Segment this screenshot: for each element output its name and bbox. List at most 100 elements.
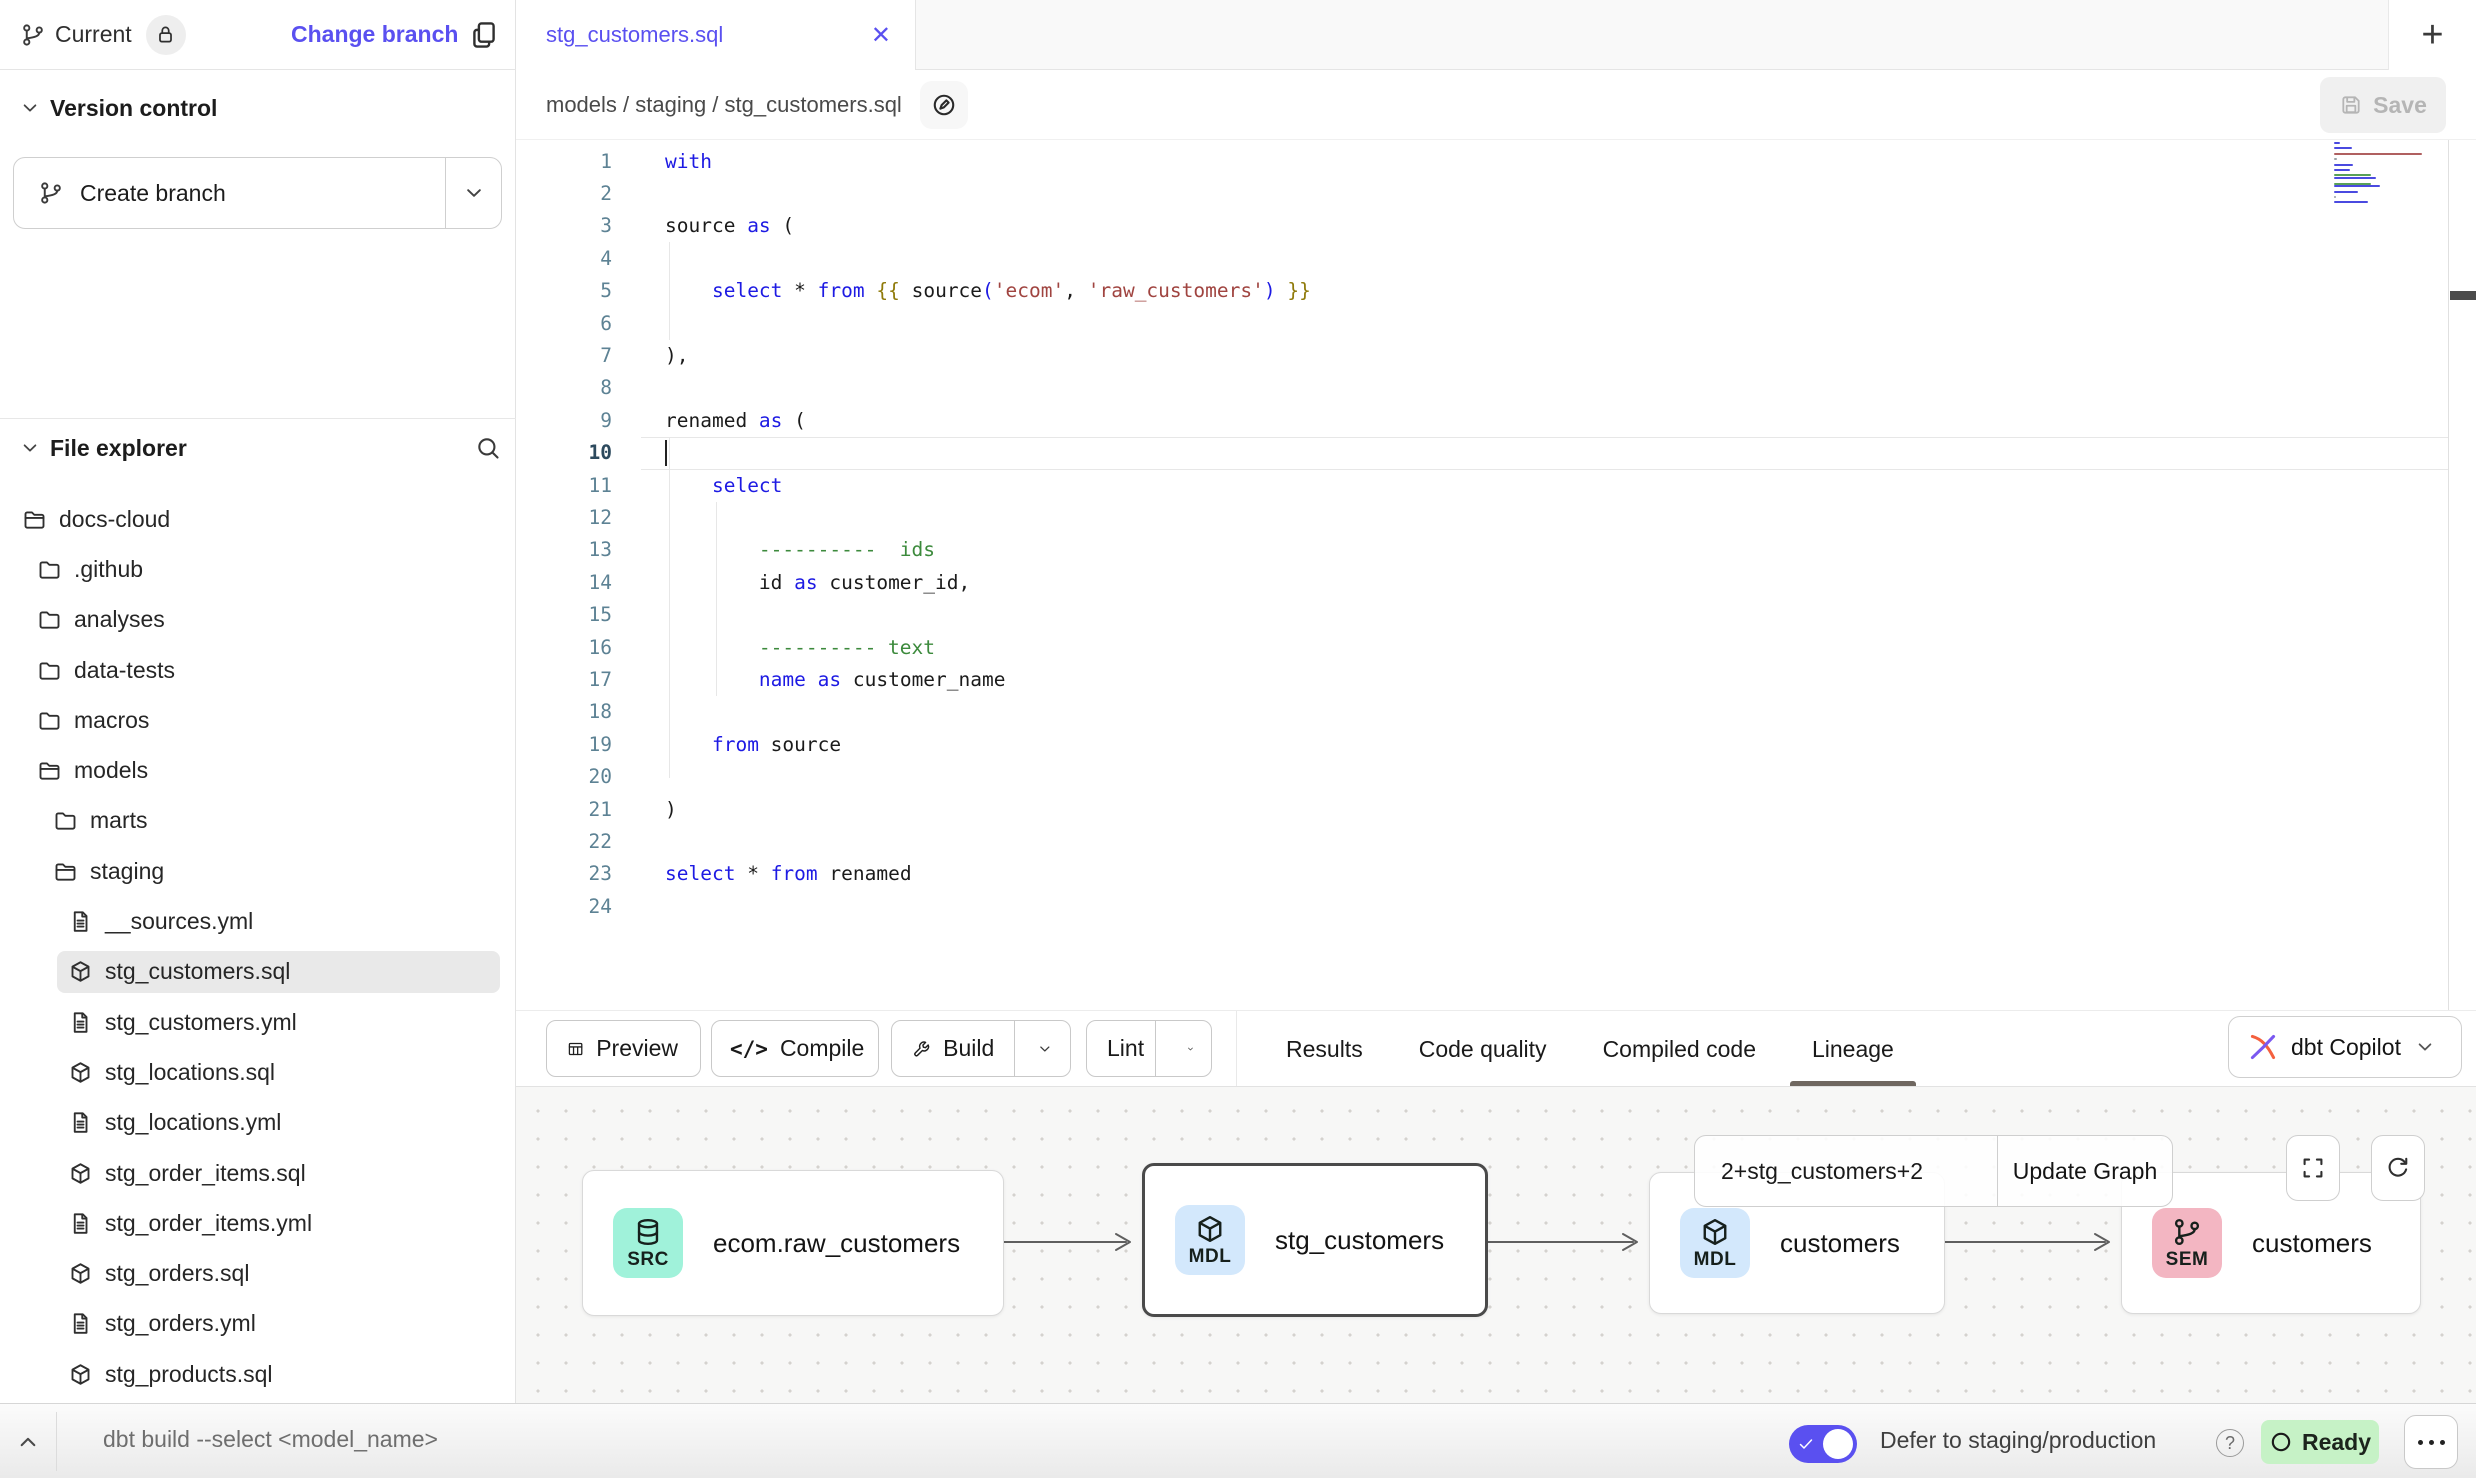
- create-branch-button[interactable]: Create branch: [13, 157, 502, 229]
- code-line[interactable]: 18: [516, 696, 2476, 728]
- code-line[interactable]: 12: [516, 501, 2476, 533]
- node-label: ecom.raw_customers: [713, 1228, 960, 1259]
- code-line[interactable]: 21): [516, 793, 2476, 825]
- chevron-up-icon[interactable]: [14, 1428, 42, 1456]
- code-line[interactable]: 1with: [516, 145, 2476, 177]
- pane-resize-handle[interactable]: [2450, 291, 2476, 300]
- cli-command-input[interactable]: dbt build --select <model_name>: [103, 1426, 438, 1453]
- chevron-down-icon[interactable]: [1036, 1037, 1054, 1061]
- file-tree-item-stg-customers-sql[interactable]: stg_customers.sql: [0, 947, 516, 997]
- create-branch-label: Create branch: [80, 180, 226, 207]
- panel-tab-lineage[interactable]: Lineage: [1784, 1011, 1922, 1087]
- file-tree-item-stg-order-items-yml[interactable]: stg_order_items.yml: [0, 1198, 516, 1248]
- code-line[interactable]: 2: [516, 177, 2476, 209]
- chevron-down-icon[interactable]: [1186, 1037, 1195, 1061]
- minimap-line: [2334, 169, 2350, 171]
- panel-tab-results[interactable]: Results: [1258, 1011, 1391, 1087]
- lineage-selector-input[interactable]: 2+stg_customers+2: [1695, 1136, 1997, 1206]
- code-line[interactable]: 19 from source: [516, 728, 2476, 760]
- file-tree-item-stg-customers-yml[interactable]: stg_customers.yml: [0, 997, 516, 1047]
- code-line[interactable]: 10: [516, 437, 2476, 469]
- code-line[interactable]: 6: [516, 307, 2476, 339]
- lineage-node-ecom-raw-customers[interactable]: SRCecom.raw_customers: [582, 1170, 1004, 1316]
- file-tree-item-staging[interactable]: staging: [0, 846, 516, 896]
- change-branch-link[interactable]: Change branch: [291, 21, 458, 48]
- file-tree-item-data-tests[interactable]: data-tests: [0, 645, 516, 695]
- code-line[interactable]: 14 id as customer_id,: [516, 566, 2476, 598]
- file-tree-item-stg-orders-sql[interactable]: stg_orders.sql: [0, 1248, 516, 1298]
- panel-tab-compiled-code[interactable]: Compiled code: [1575, 1011, 1784, 1087]
- code-line[interactable]: 13 ---------- ids: [516, 534, 2476, 566]
- code-line[interactable]: 17 name as customer_name: [516, 663, 2476, 695]
- lineage-panel[interactable]: SRCecom.raw_customersMDLstg_customersMDL…: [516, 1086, 2476, 1403]
- code-line[interactable]: 4: [516, 242, 2476, 274]
- code-line[interactable]: 23select * from renamed: [516, 858, 2476, 890]
- file-tree-item-stg-locations-yml[interactable]: stg_locations.yml: [0, 1098, 516, 1148]
- compile-button[interactable]: </> Compile: [711, 1020, 879, 1077]
- code-line[interactable]: 16 ---------- text: [516, 631, 2476, 663]
- tab-stg-customers-sql[interactable]: stg_customers.sql ✕: [516, 0, 916, 70]
- minimap-line: [2334, 191, 2358, 193]
- breadcrumb-bar: models / staging / stg_customers.sql: [516, 70, 2476, 140]
- file-tree-item-docs-cloud[interactable]: docs-cloud: [0, 494, 516, 544]
- lineage-toolbar: 2+stg_customers+2 Update Graph: [1694, 1135, 2173, 1207]
- code-line[interactable]: 7),: [516, 339, 2476, 371]
- code-minimap[interactable]: [2334, 142, 2452, 214]
- new-tab-button[interactable]: +: [2421, 16, 2443, 54]
- git-branch-icon: [38, 180, 64, 206]
- toggle-knob: [1823, 1429, 1853, 1459]
- code-line[interactable]: 15: [516, 598, 2476, 630]
- file-tree-item--sources-yml[interactable]: __sources.yml: [0, 896, 516, 946]
- code-line[interactable]: 9renamed as (: [516, 404, 2476, 436]
- chevron-down-icon: [2413, 1035, 2437, 1059]
- file-tree-item-stg-locations-sql[interactable]: stg_locations.sql: [0, 1047, 516, 1097]
- file-explorer-header[interactable]: File explorer: [0, 428, 516, 468]
- button-divider: [445, 158, 446, 228]
- model-icon: [68, 1060, 93, 1085]
- lineage-node-stg-customers[interactable]: MDLstg_customers: [1142, 1163, 1488, 1317]
- file-tree-item--github[interactable]: .github: [0, 544, 516, 594]
- preview-button[interactable]: Preview: [546, 1020, 701, 1077]
- code-text: ): [649, 798, 677, 821]
- file-tree-item-analyses[interactable]: analyses: [0, 595, 516, 645]
- dbt-copilot-button[interactable]: dbt Copilot: [2228, 1016, 2462, 1078]
- code-line[interactable]: 22: [516, 825, 2476, 857]
- save-button[interactable]: Save: [2320, 77, 2446, 133]
- file-tree-item-stg-order-items-sql[interactable]: stg_order_items.sql: [0, 1148, 516, 1198]
- fullscreen-button[interactable]: [2286, 1135, 2340, 1201]
- help-icon[interactable]: ?: [2216, 1429, 2244, 1457]
- branch-lock-badge: [146, 15, 186, 55]
- more-options-button[interactable]: [2404, 1415, 2458, 1469]
- version-control-header[interactable]: Version control: [0, 88, 516, 128]
- code-line[interactable]: 24: [516, 890, 2476, 922]
- file-tree-item-stg-orders-yml[interactable]: stg_orders.yml: [0, 1299, 516, 1349]
- panel-tab-code-quality[interactable]: Code quality: [1391, 1011, 1575, 1087]
- refresh-button[interactable]: [2371, 1135, 2425, 1201]
- lint-button[interactable]: Lint: [1086, 1020, 1212, 1077]
- button-divider: [1014, 1021, 1015, 1076]
- code-line[interactable]: 20: [516, 760, 2476, 792]
- code-line[interactable]: 11 select: [516, 469, 2476, 501]
- defer-toggle[interactable]: [1789, 1425, 1857, 1463]
- copy-icon[interactable]: [468, 19, 500, 51]
- text-cursor: [665, 440, 667, 466]
- chevron-down-icon[interactable]: [461, 180, 487, 206]
- document-icon: [68, 1010, 93, 1035]
- update-graph-button[interactable]: Update Graph: [1997, 1136, 2172, 1206]
- copilot-edit-button[interactable]: [920, 81, 968, 129]
- code-line[interactable]: 8: [516, 372, 2476, 404]
- build-button[interactable]: Build: [891, 1020, 1071, 1077]
- model-icon: [68, 1261, 93, 1286]
- code-line[interactable]: 5 select * from {{ source('ecom', 'raw_c…: [516, 275, 2476, 307]
- file-tree-item-marts[interactable]: marts: [0, 796, 516, 846]
- file-tree-item-models[interactable]: models: [0, 745, 516, 795]
- close-icon[interactable]: ✕: [871, 21, 891, 50]
- code-editor[interactable]: 1with23source as (45 select * from {{ so…: [516, 140, 2476, 1010]
- search-icon[interactable]: [474, 434, 502, 462]
- code-line[interactable]: 3source as (: [516, 210, 2476, 242]
- file-tree-item-stg-products-sql[interactable]: stg_products.sql: [0, 1349, 516, 1399]
- file-tree-item-macros[interactable]: macros: [0, 695, 516, 745]
- minimap-line: [2334, 196, 2336, 198]
- minimap-line: [2334, 174, 2371, 176]
- file-name: stg_locations.sql: [105, 1059, 275, 1086]
